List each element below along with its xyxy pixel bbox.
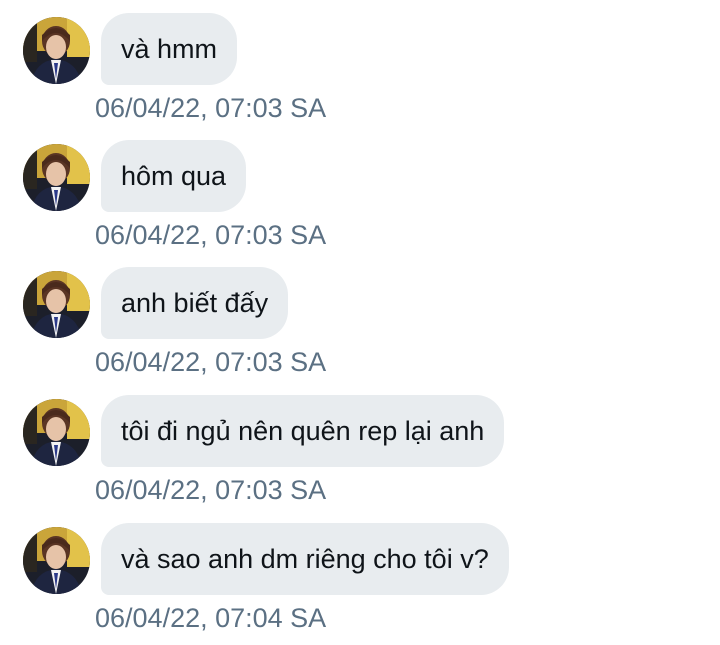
message-timestamp: 06/04/22, 07:03 SA bbox=[95, 347, 327, 377]
avatar[interactable] bbox=[23, 17, 90, 84]
message-timestamp: 06/04/22, 07:03 SA bbox=[95, 475, 327, 505]
avatar[interactable] bbox=[23, 527, 90, 594]
message-thread: và hmm 06/04/22, 07:03 SA hôm qua 06/04/… bbox=[0, 0, 720, 645]
avatar[interactable] bbox=[23, 144, 90, 211]
message-row: tôi đi ngủ nên quên rep lại anh 06/04/22… bbox=[0, 382, 720, 509]
avatar-photo-icon bbox=[23, 399, 90, 466]
avatar[interactable] bbox=[23, 271, 90, 338]
message-row: và hmm 06/04/22, 07:03 SA bbox=[0, 0, 720, 127]
message-bubble[interactable]: và sao anh dm riêng cho tôi v? bbox=[101, 523, 509, 595]
message-timestamp: 06/04/22, 07:03 SA bbox=[95, 93, 327, 123]
avatar[interactable] bbox=[23, 399, 90, 466]
message-timestamp: 06/04/22, 07:03 SA bbox=[95, 220, 327, 250]
message-bubble[interactable]: hôm qua bbox=[101, 140, 247, 212]
message-bubble[interactable]: anh biết đấy bbox=[101, 267, 289, 339]
message-row: anh biết đấy 06/04/22, 07:03 SA bbox=[0, 254, 720, 381]
avatar-photo-icon bbox=[23, 271, 90, 338]
message-row: hôm qua 06/04/22, 07:03 SA bbox=[0, 127, 720, 254]
avatar-photo-icon bbox=[23, 144, 90, 211]
message-row: và sao anh dm riêng cho tôi v? 06/04/22,… bbox=[0, 510, 720, 637]
message-bubble[interactable]: và hmm bbox=[101, 13, 238, 85]
message-bubble[interactable]: tôi đi ngủ nên quên rep lại anh bbox=[101, 395, 505, 467]
avatar-photo-icon bbox=[23, 527, 90, 594]
avatar-photo-icon bbox=[23, 17, 90, 84]
message-timestamp: 06/04/22, 07:04 SA bbox=[95, 603, 327, 633]
